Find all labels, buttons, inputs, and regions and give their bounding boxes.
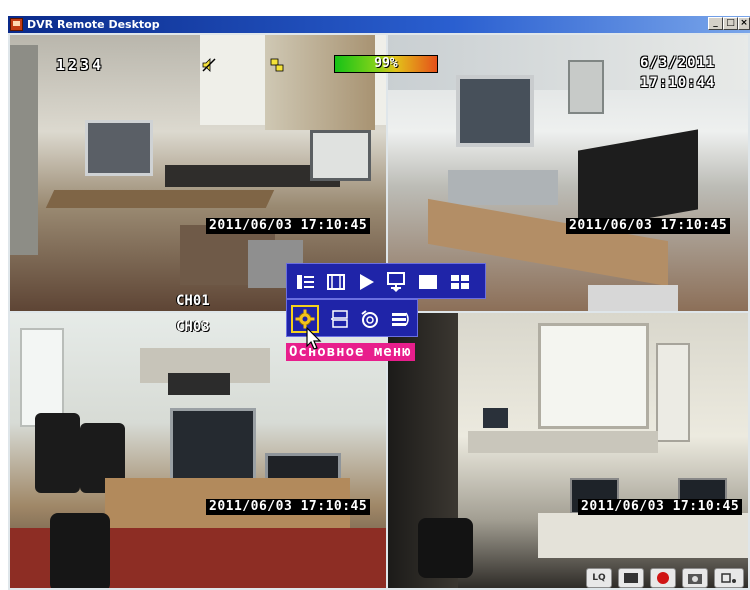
single-view-icon[interactable] bbox=[415, 270, 441, 294]
hdd-usage-text: 99% bbox=[374, 56, 398, 71]
osd-time: 17:10:44 bbox=[640, 75, 716, 91]
window-titlebar: DVR Remote Desktop _ □ × bbox=[8, 16, 750, 33]
camera-tile-ch04[interactable]: 2011/06/03 17:10:45 bbox=[386, 311, 750, 590]
dial-icon[interactable] bbox=[357, 307, 383, 331]
monitor-button[interactable] bbox=[618, 568, 644, 588]
chair bbox=[418, 518, 473, 578]
backup-icon[interactable] bbox=[387, 307, 413, 331]
channel-timestamp: 2011/06/03 17:10:45 bbox=[566, 218, 731, 234]
network-icon bbox=[270, 58, 284, 72]
chair bbox=[35, 413, 80, 493]
desk bbox=[468, 431, 658, 453]
minimize-button[interactable]: _ bbox=[708, 17, 723, 30]
filmstrip-icon[interactable] bbox=[323, 270, 349, 294]
osd-date: 6/3/2011 bbox=[640, 55, 716, 71]
lq-button[interactable]: LQ bbox=[586, 568, 612, 588]
monitor bbox=[568, 60, 604, 114]
channel-timestamp: 2011/06/03 17:10:45 bbox=[206, 499, 371, 515]
record-icon bbox=[657, 572, 669, 584]
more-button[interactable] bbox=[714, 568, 744, 588]
monitor bbox=[456, 75, 534, 147]
video-screen[interactable]: 2011/06/03 17:10:45 CH01 2011/06/03 17:1… bbox=[8, 33, 750, 590]
curtain bbox=[265, 35, 375, 130]
camera-numbers: 1234 bbox=[56, 56, 105, 74]
monitor bbox=[310, 130, 371, 181]
monitor bbox=[483, 408, 508, 428]
record-button[interactable] bbox=[650, 568, 676, 588]
lq-label: LQ bbox=[592, 573, 606, 583]
camera-icon bbox=[688, 574, 702, 584]
door bbox=[656, 343, 690, 442]
channel-label: CH01 bbox=[176, 293, 210, 309]
display-icon[interactable] bbox=[383, 270, 409, 294]
window-title: DVR Remote Desktop bbox=[27, 18, 160, 31]
mouse-cursor-icon bbox=[306, 327, 322, 350]
wall-column bbox=[10, 45, 38, 255]
hdd-usage-bar: 99% bbox=[334, 55, 438, 73]
channel-timestamp: 2011/06/03 17:10:45 bbox=[206, 218, 371, 234]
channel-label: CH03 bbox=[176, 319, 210, 335]
record-list-icon[interactable] bbox=[327, 307, 353, 331]
menu-list-icon[interactable] bbox=[293, 270, 319, 294]
window-background bbox=[538, 323, 649, 429]
chair bbox=[50, 513, 110, 588]
dvr-unit bbox=[168, 373, 230, 395]
monitor-icon bbox=[624, 573, 638, 583]
close-button[interactable]: × bbox=[738, 17, 750, 30]
more-icon bbox=[721, 573, 736, 583]
box bbox=[588, 285, 678, 311]
desk bbox=[45, 190, 275, 208]
computer-case bbox=[578, 129, 698, 231]
quad-view-icon[interactable] bbox=[447, 270, 473, 294]
play-icon[interactable] bbox=[353, 270, 379, 294]
quick-menu-row1 bbox=[286, 263, 486, 299]
speaker-muted-icon bbox=[202, 58, 216, 72]
app-icon bbox=[10, 18, 23, 31]
monitor bbox=[85, 120, 153, 176]
desk bbox=[538, 513, 748, 558]
dvr-unit bbox=[448, 170, 558, 205]
channel-timestamp: 2011/06/03 17:10:45 bbox=[578, 499, 743, 515]
maximize-button[interactable]: □ bbox=[723, 17, 738, 30]
snapshot-button[interactable] bbox=[682, 568, 708, 588]
monitor bbox=[170, 408, 256, 484]
